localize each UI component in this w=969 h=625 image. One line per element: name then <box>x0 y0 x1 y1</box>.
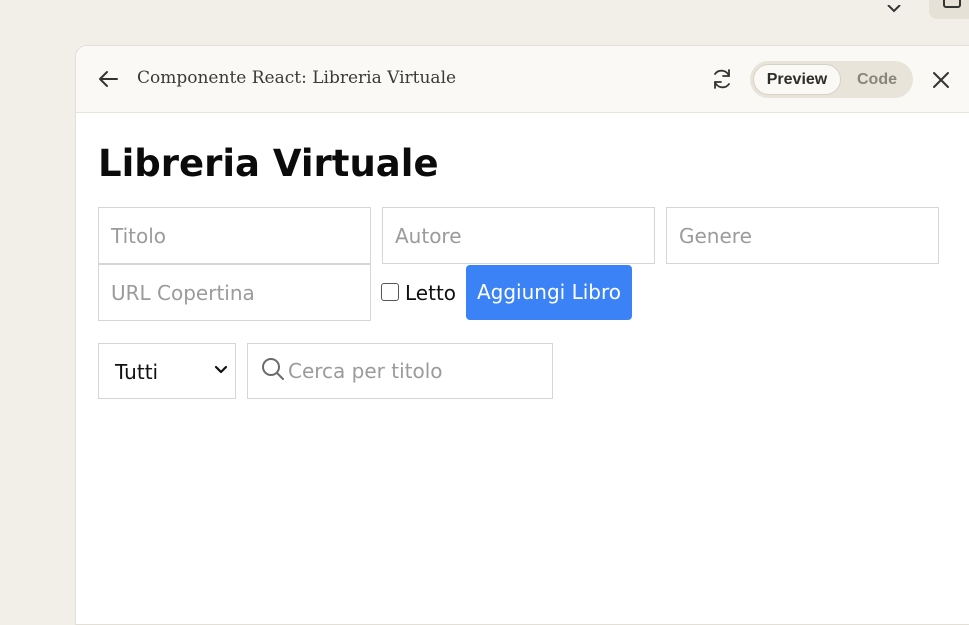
read-checkbox-label[interactable]: Letto <box>405 281 456 305</box>
panel-header: Componente React: Libreria Virtuale Prev… <box>76 46 969 113</box>
panel-title: Componente React: Libreria Virtuale <box>137 68 457 88</box>
genre-input[interactable] <box>666 207 939 264</box>
refresh-icon <box>714 69 730 89</box>
sidebar-icon <box>943 0 961 8</box>
artifact-panel: Componente React: Libreria Virtuale Prev… <box>75 45 969 625</box>
search-input[interactable] <box>288 344 544 398</box>
title-input[interactable] <box>98 207 371 264</box>
back-button[interactable] <box>96 68 120 90</box>
bookmark-icon[interactable] <box>884 0 908 13</box>
search-icon <box>262 358 284 380</box>
close-button[interactable] <box>929 68 953 92</box>
filter-select-value: Tutti <box>115 360 159 384</box>
read-checkbox[interactable] <box>381 283 399 301</box>
search-box <box>247 343 553 399</box>
chevron-down-icon <box>214 365 228 374</box>
page-title: Libreria Virtuale <box>98 142 439 185</box>
add-book-button[interactable]: Aggiungi Libro <box>466 265 632 320</box>
arrow-left-icon <box>99 71 118 87</box>
close-icon <box>933 72 949 88</box>
cover-url-input[interactable] <box>98 264 371 321</box>
filter-select[interactable]: Tutti <box>98 343 236 399</box>
tab-preview[interactable]: Preview <box>753 64 841 95</box>
top-right-button[interactable] <box>929 0 969 19</box>
refresh-button[interactable] <box>710 67 734 91</box>
preview-code-toggle: Preview Code <box>750 61 913 98</box>
author-input[interactable] <box>382 207 655 264</box>
window-top-strip <box>0 0 969 20</box>
tab-code[interactable]: Code <box>845 64 909 95</box>
